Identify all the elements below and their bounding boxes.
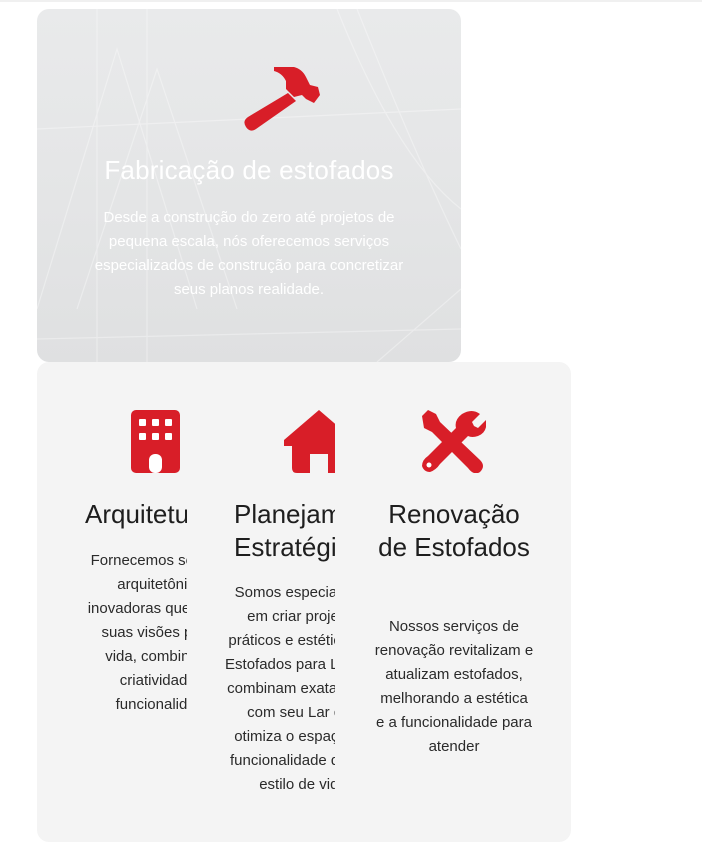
service-description: Somos especialistas em criar projetos pr… — [225, 584, 335, 793]
top-divider — [0, 0, 702, 2]
service-title: Renovação de Estofados — [378, 499, 530, 562]
service-description: Nossos serviços de renovação revitalizam… — [374, 618, 534, 755]
service-title: Arquitetura — [85, 499, 187, 529]
services-panel: Arquitetura Fornecemos soluções arquitet… — [37, 362, 571, 842]
hero-card: Fabricação de estofados Desde a construç… — [37, 9, 461, 362]
service-card-planejamento: Planejamento Estratégico Somos especiali… — [223, 362, 335, 832]
service-description: Fornecemos soluções arquitetônicas inova… — [87, 552, 187, 713]
building-icon — [131, 410, 180, 473]
service-card-arquitetura: Arquitetura Fornecemos soluções arquitet… — [37, 362, 187, 832]
hero-title: Fabricação de estofados — [104, 155, 394, 185]
hammer-icon — [244, 67, 320, 131]
service-title: Planejamento Estratégico — [234, 499, 335, 562]
service-card-renovacao: Renovação de Estofados Nossos serviços d… — [374, 362, 534, 832]
house-icon — [284, 410, 335, 473]
hero-description: Desde a construção do zero até projetos … — [94, 209, 404, 298]
tools-icon — [422, 410, 486, 473]
